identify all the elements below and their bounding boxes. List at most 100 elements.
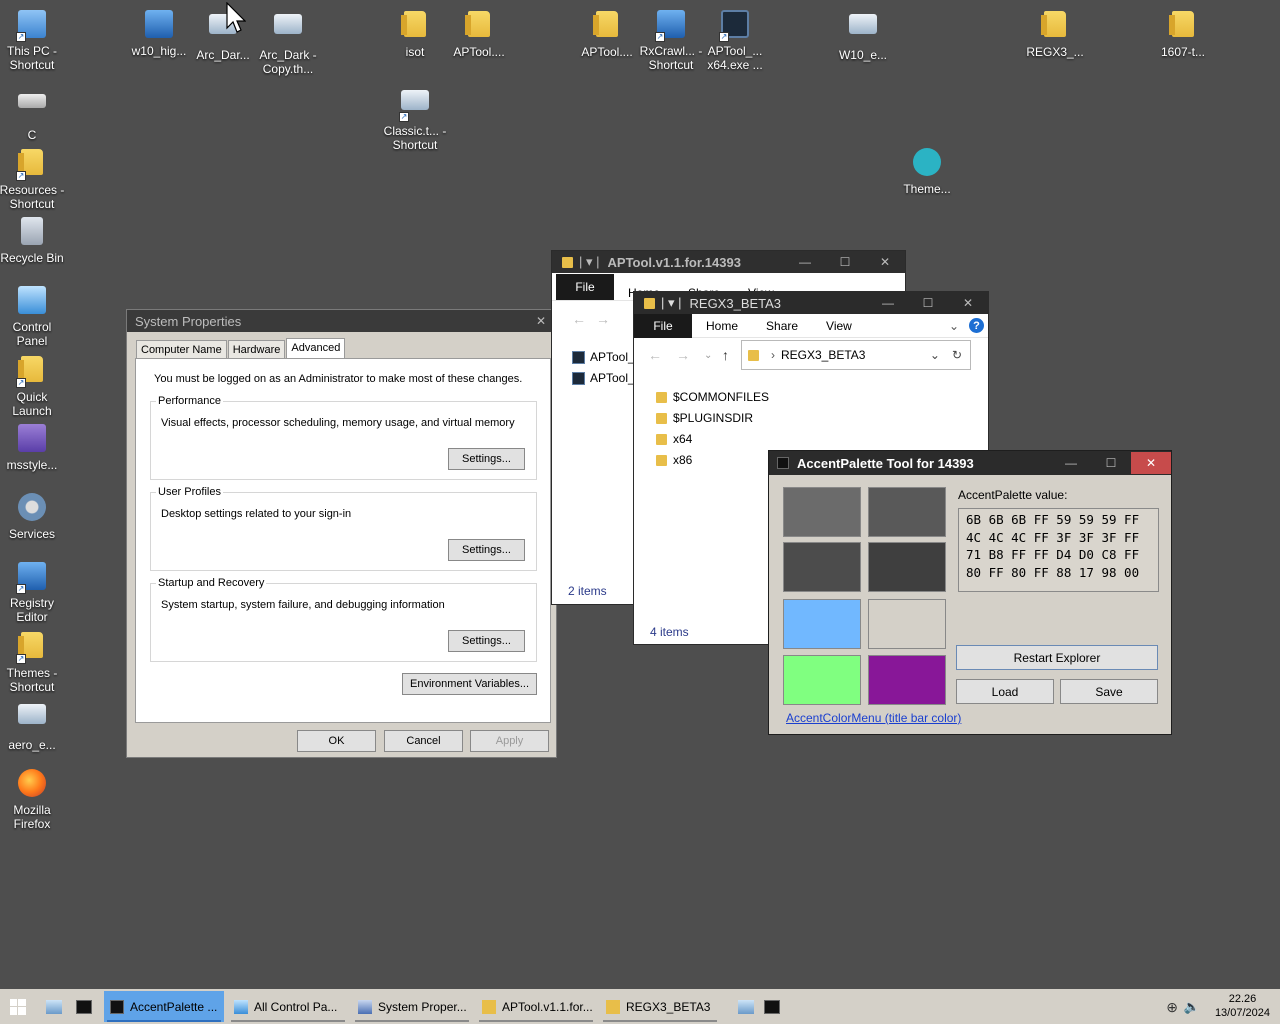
desktop-icon-rxcrawl[interactable]: ↗ RxCrawl... - Shortcut <box>638 8 704 72</box>
maximize-button[interactable]: ☐ <box>908 292 948 314</box>
desktop-icon-control-panel[interactable]: Control Panel <box>0 284 65 348</box>
ok-button[interactable]: OK <box>297 730 376 752</box>
color-swatch[interactable] <box>868 599 946 649</box>
tab-share[interactable]: Share <box>752 319 812 333</box>
desktop-icon-services[interactable]: Services <box>0 491 65 541</box>
desktop-icon-isot[interactable]: isot <box>382 8 448 59</box>
list-item[interactable]: $PLUGINSDIR <box>656 409 753 427</box>
desktop-icon-w10-hig[interactable]: w10_hig... <box>126 8 192 58</box>
tab-file[interactable]: File <box>556 274 614 300</box>
taskbar-item-accentpalette[interactable]: AccentPalette ... <box>104 991 224 1022</box>
chevron-down-icon[interactable]: ⌄ <box>949 319 959 333</box>
color-swatch[interactable] <box>868 487 946 537</box>
desktop-icon-arc-dark-copy[interactable]: Arc_Dark - Copy.th... <box>255 8 321 76</box>
restart-explorer-button[interactable]: Restart Explorer <box>956 645 1158 670</box>
color-swatch[interactable] <box>868 655 946 705</box>
color-swatch[interactable] <box>868 542 946 592</box>
list-item[interactable]: x86 <box>656 451 692 469</box>
load-button[interactable]: Load <box>956 679 1054 704</box>
desktop-icon-label: Resources - Shortcut <box>0 183 65 211</box>
taskbar-item-aptool[interactable]: APTool.v1.1.for... <box>476 991 596 1022</box>
taskbar-item-regx3[interactable]: REGX3_BETA3 <box>600 991 720 1022</box>
taskbar-item-control-panel[interactable]: All Control Pa... <box>228 991 348 1022</box>
taskbar-item-system-properties[interactable]: System Proper... <box>352 991 472 1022</box>
desktop-icon-aptool-folder[interactable]: APTool.... <box>446 8 512 59</box>
desktop-icon-this-pc[interactable]: ↗ This PC - Shortcut <box>0 8 65 72</box>
help-icon[interactable]: ? <box>969 318 984 333</box>
desktop-icon-themes[interactable]: ↗ Themes - Shortcut <box>0 629 65 694</box>
tab-file[interactable]: File <box>634 313 692 338</box>
save-button[interactable]: Save <box>1060 679 1158 704</box>
desktop-icon-recycle-bin[interactable]: Recycle Bin <box>0 215 65 265</box>
minimize-button[interactable]: — <box>1051 452 1091 474</box>
desktop-icon-label: isot <box>405 45 425 59</box>
quick-access-chevron-icon[interactable]: | ▾ | <box>579 254 600 270</box>
chevron-down-icon[interactable]: ⌄ <box>930 348 940 362</box>
desktop-icon-classic[interactable]: ↗ Classic.t... - Shortcut <box>382 84 448 152</box>
performance-settings-button[interactable]: Settings... <box>448 448 525 470</box>
color-swatch[interactable] <box>783 542 861 592</box>
startup-recovery-settings-button[interactable]: Settings... <box>448 630 525 652</box>
title-bar: | ▾ | REGX3_BETA3 — ☐ ✕ <box>634 292 988 314</box>
status-bar-count: 4 items <box>650 625 689 639</box>
network-icon[interactable]: ⊕ <box>1166 999 1178 1016</box>
desktop-icon-arc-dar[interactable]: Arc_Dar... <box>190 8 256 62</box>
back-arrow-icon[interactable]: ← <box>648 347 662 363</box>
quick-launch-cmd-icon[interactable] <box>76 999 92 1014</box>
accentpalette-value-field[interactable]: 6B 6B 6B FF 59 59 59 FF 4C 4C 4C FF 3F 3F… <box>958 508 1159 592</box>
volume-icon[interactable]: 🔈 <box>1184 999 1200 1015</box>
desktop-icon-registry-editor[interactable]: ↗ Registry Editor <box>0 560 65 624</box>
maximize-button[interactable]: ☐ <box>825 251 865 273</box>
list-item[interactable]: APTool_ <box>572 369 635 387</box>
environment-variables-button[interactable]: Environment Variables... <box>402 673 537 695</box>
system-clock[interactable]: 22.26 13/07/2024 <box>1215 992 1270 1020</box>
maximize-button[interactable]: ☐ <box>1091 452 1131 474</box>
quick-access-chevron-icon[interactable]: | ▾ | <box>661 295 682 311</box>
desktop-icon-label: Registry Editor <box>9 596 54 624</box>
start-button[interactable] <box>0 989 36 1024</box>
explorer-pinned-icon[interactable] <box>738 999 754 1014</box>
desktop-icon-1607[interactable]: 1607-t... <box>1150 8 1216 59</box>
forward-arrow-icon[interactable]: → <box>676 347 690 363</box>
color-swatch[interactable] <box>783 655 861 705</box>
recent-locations-chevron-icon[interactable]: ⌄ <box>704 350 712 361</box>
minimize-button[interactable]: — <box>868 292 908 314</box>
close-button[interactable]: ✕ <box>948 292 988 314</box>
desktop-icon-aptool-zip[interactable]: APTool.... <box>574 8 640 59</box>
close-button[interactable]: ✕ <box>865 251 905 273</box>
forward-arrow-icon[interactable]: → <box>596 311 610 327</box>
refresh-icon[interactable]: ↻ <box>952 348 962 362</box>
hex-line: 6B 6B 6B FF 59 59 59 FF <box>966 512 1140 527</box>
close-button[interactable]: ✕ <box>1131 452 1171 474</box>
desktop-icon-c-drive[interactable]: C <box>0 84 65 142</box>
cancel-button[interactable]: Cancel <box>384 730 463 752</box>
color-swatch[interactable] <box>783 599 861 649</box>
desktop-icon-label: APTool_... x64.exe ... <box>707 44 763 72</box>
list-item[interactable]: APTool_ <box>572 348 635 366</box>
apply-button[interactable]: Apply <box>470 730 549 752</box>
color-swatch[interactable] <box>783 487 861 537</box>
desktop-icon-resources[interactable]: ↗ Resources - Shortcut <box>0 146 65 211</box>
address-bar[interactable]: › REGX3_BETA3 ⌄ ↻ <box>741 340 971 370</box>
desktop-icon-msstyle[interactable]: msstyle... <box>0 422 65 472</box>
desktop-icon-theme[interactable]: Theme... <box>894 146 960 196</box>
desktop-icon-aptool-exe[interactable]: ↗ APTool_... x64.exe ... <box>702 8 768 72</box>
user-profiles-settings-button[interactable]: Settings... <box>448 539 525 561</box>
taskbar-item-label: All Control Pa... <box>254 999 338 1014</box>
back-arrow-icon[interactable]: ← <box>572 311 586 327</box>
minimize-button[interactable]: — <box>785 251 825 273</box>
desktop-icon-firefox[interactable]: Mozilla Firefox <box>0 767 65 831</box>
desktop-icon-regx3[interactable]: REGX3_... <box>1022 8 1088 59</box>
list-item[interactable]: x64 <box>656 430 692 448</box>
cmd-pinned-icon[interactable] <box>764 999 780 1014</box>
list-item[interactable]: $COMMONFILES <box>656 388 769 406</box>
accentcolormenu-link[interactable]: AccentColorMenu (title bar color) <box>786 711 961 725</box>
desktop-icon-w10-e[interactable]: W10_e... <box>830 8 896 62</box>
paintbrush-icon <box>911 148 943 180</box>
tab-home[interactable]: Home <box>692 319 752 333</box>
up-arrow-icon[interactable]: ↑ <box>722 347 729 363</box>
desktop-icon-quick-launch[interactable]: ↗ Quick Launch <box>0 353 65 418</box>
quick-launch-explorer-icon[interactable] <box>46 999 62 1014</box>
desktop-icon-aero[interactable]: aero_e... <box>0 698 65 752</box>
tab-view[interactable]: View <box>812 319 866 333</box>
